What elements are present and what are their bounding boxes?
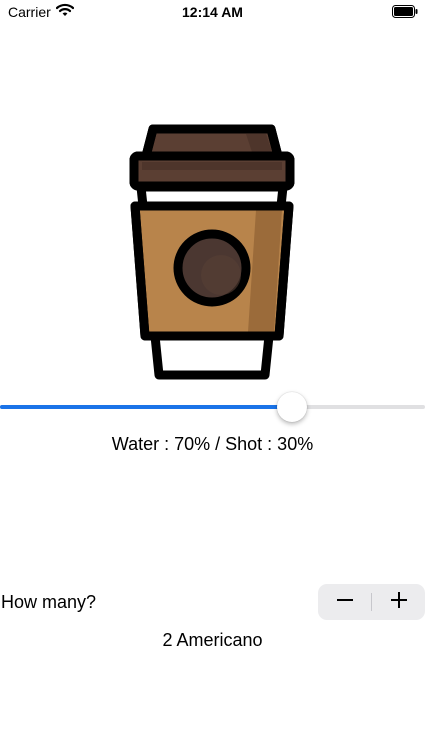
slider-thumb[interactable] xyxy=(276,392,307,422)
battery-icon xyxy=(392,5,418,18)
water-shot-slider[interactable] xyxy=(0,392,425,422)
plus-icon xyxy=(390,591,408,614)
status-bar: Carrier 12:14 AM xyxy=(0,0,425,24)
minus-icon xyxy=(336,591,354,614)
how-many-label: How many? xyxy=(1,592,97,612)
water-shot-ratio-label: Water : 70% / Shot : 30% xyxy=(111,434,314,454)
quantity-stepper[interactable] xyxy=(318,584,425,620)
status-time: 12:14 AM xyxy=(182,4,243,20)
coffee-cup-icon xyxy=(126,120,298,384)
decrement-button[interactable] xyxy=(318,584,371,620)
increment-button[interactable] xyxy=(372,584,425,620)
order-summary-label: 2 Americano xyxy=(162,630,263,650)
slider-fill xyxy=(0,405,292,409)
